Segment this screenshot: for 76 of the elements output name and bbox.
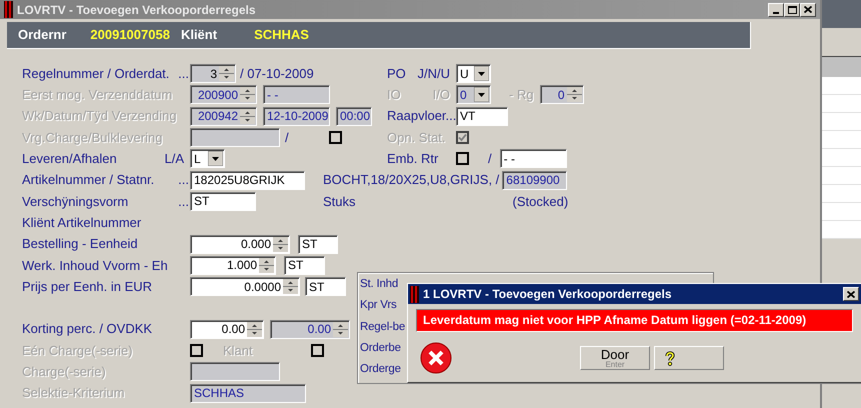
lookup-dots[interactable]: ... bbox=[178, 192, 189, 212]
order-label: Ordernr bbox=[18, 26, 66, 44]
field-label: Kliënt Artikelnummer bbox=[22, 214, 142, 232]
field-label: Prijs per Eenh. in EUR bbox=[22, 278, 152, 296]
caret-icon bbox=[208, 151, 223, 166]
spinner-icon bbox=[247, 322, 262, 337]
spinner-icon bbox=[283, 279, 298, 294]
dropdown[interactable]: L bbox=[190, 149, 225, 168]
lookup-dots[interactable]: ... bbox=[178, 64, 189, 84]
field-label: Emb. Rtr bbox=[387, 150, 438, 168]
client-label: Kliënt bbox=[180, 26, 218, 44]
dropdown[interactable]: U bbox=[456, 64, 491, 84]
minimize-icon bbox=[773, 12, 779, 14]
field-code: L/A bbox=[164, 150, 184, 168]
field-label: Regelnummer / Orderdat. bbox=[22, 64, 170, 83]
window-title: LOVRTV - Toevoegen Verkooporderregels bbox=[17, 2, 256, 18]
spinner-icon bbox=[273, 236, 288, 252]
spin-field[interactable]: 0.0000 bbox=[190, 277, 300, 296]
spinner-icon bbox=[566, 87, 582, 102]
field-label: PO bbox=[387, 64, 406, 83]
panel-label: Kpr Vrs bbox=[360, 298, 397, 314]
form-text: Stuks bbox=[323, 192, 356, 211]
minimize-button[interactable] bbox=[768, 2, 784, 16]
help-button[interactable] bbox=[654, 346, 724, 370]
field-label: Raapvloer... bbox=[387, 107, 456, 126]
input-field[interactable]: 182025U8GRIJK bbox=[190, 170, 305, 190]
form-text: / bbox=[488, 150, 492, 168]
form-text: (Stocked) bbox=[512, 192, 568, 211]
client-code: SCHHAS bbox=[254, 26, 309, 44]
input-field[interactable]: ST bbox=[305, 277, 346, 296]
close-button[interactable] bbox=[843, 287, 859, 301]
close-button[interactable] bbox=[800, 2, 816, 16]
spinner-icon bbox=[333, 322, 348, 337]
spinner-icon bbox=[240, 108, 255, 124]
logo-icon bbox=[410, 286, 419, 302]
checkbox[interactable] bbox=[456, 152, 469, 166]
help-icon bbox=[665, 350, 675, 366]
input-field[interactable]: ST bbox=[298, 234, 338, 254]
panel-label: Orderge bbox=[360, 362, 401, 378]
spin-field[interactable]: 1.000 bbox=[190, 256, 276, 275]
field-label: Verschÿningsvorm bbox=[22, 192, 128, 211]
lookup-dots[interactable]: ... bbox=[178, 170, 189, 190]
panel-label: Orderbe bbox=[360, 340, 401, 356]
spin-field[interactable]: 0.00 bbox=[190, 320, 264, 339]
spinner-icon bbox=[219, 66, 234, 82]
field-label: Werk. Inhoud Vvorm - Eh bbox=[22, 256, 168, 275]
spin-field[interactable]: 0.000 bbox=[190, 234, 290, 254]
panel-label: Regel-be bbox=[360, 320, 406, 335]
error-icon bbox=[420, 342, 452, 374]
close-icon bbox=[804, 6, 812, 13]
field-label: Artikelnummer / Statnr. bbox=[22, 171, 154, 190]
field-label: Bestelling - Eenheid bbox=[22, 235, 138, 254]
maximize-button[interactable] bbox=[784, 2, 800, 16]
input-field[interactable]: - - bbox=[500, 149, 567, 168]
panel-label: St. Inhd bbox=[360, 276, 398, 292]
maximize-icon bbox=[788, 6, 796, 14]
input-field[interactable]: ST bbox=[190, 192, 256, 211]
order-number: 20091007058 bbox=[90, 26, 170, 44]
spinner-icon bbox=[240, 87, 255, 102]
door-button[interactable]: Door Enter bbox=[580, 346, 650, 370]
dialog-title: 1 LOVRTV - Toevoegen Verkooporderregels bbox=[423, 286, 672, 303]
field-code: J/N/U bbox=[418, 64, 450, 83]
caret-icon bbox=[474, 66, 489, 82]
close-icon bbox=[847, 290, 855, 298]
form-text: BOCHT,18/20X25,U8,GRIJS, / bbox=[323, 171, 500, 190]
field-label: Korting perc. / OVDKK bbox=[22, 320, 152, 338]
input-field[interactable]: ST bbox=[284, 256, 325, 275]
form-text: / 07-10-2009 bbox=[240, 64, 314, 83]
caret-icon bbox=[474, 87, 489, 102]
error-message: Leverdatum mag niet voor HPP Afname Datum liggen (=02-11-2009) bbox=[416, 309, 853, 332]
form-text: / bbox=[285, 128, 289, 147]
logo-icon bbox=[4, 1, 13, 18]
field-label: Leveren/Afhalen bbox=[22, 150, 117, 168]
spin-field[interactable]: 3 bbox=[190, 64, 236, 84]
check-icon bbox=[458, 133, 467, 142]
spinner-icon bbox=[259, 258, 274, 273]
